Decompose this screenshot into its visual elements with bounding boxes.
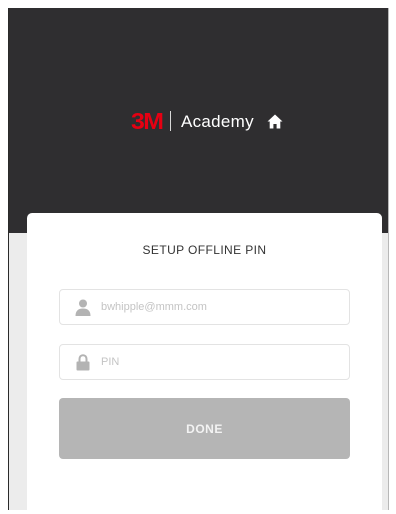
email-input[interactable]	[101, 301, 321, 313]
done-button[interactable]: DONE	[59, 398, 350, 459]
brand-name: Academy	[180, 111, 254, 131]
3m-logo: 3M	[131, 107, 164, 134]
brand: 3M Academy	[131, 108, 284, 134]
pin-input[interactable]	[101, 356, 321, 368]
user-icon	[75, 298, 91, 316]
home-icon[interactable]	[266, 113, 284, 129]
app-screen: 3M Academy SETUP OFFLINE PIN bwhipple@mm…	[0, 0, 396, 514]
lock-icon	[75, 353, 91, 371]
card-title: SETUP OFFLINE PIN	[142, 243, 267, 257]
header: 3M Academy	[9, 8, 388, 233]
brand-divider	[169, 111, 171, 131]
setup-pin-card: SETUP OFFLINE PIN bwhipple@mmm.com DONE	[27, 213, 382, 510]
app-frame: 3M Academy SETUP OFFLINE PIN bwhipple@mm…	[8, 8, 389, 510]
email-field[interactable]	[59, 289, 350, 325]
pin-field[interactable]	[59, 344, 350, 380]
